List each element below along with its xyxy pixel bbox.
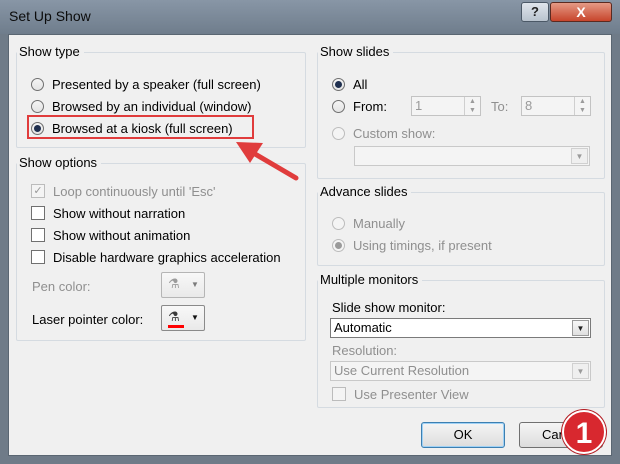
set-up-show-dialog: Set Up Show ? X Show type Presented by a…: [0, 0, 620, 464]
annotation-arrow: [236, 142, 299, 181]
step-number-badge: 1: [562, 410, 606, 454]
